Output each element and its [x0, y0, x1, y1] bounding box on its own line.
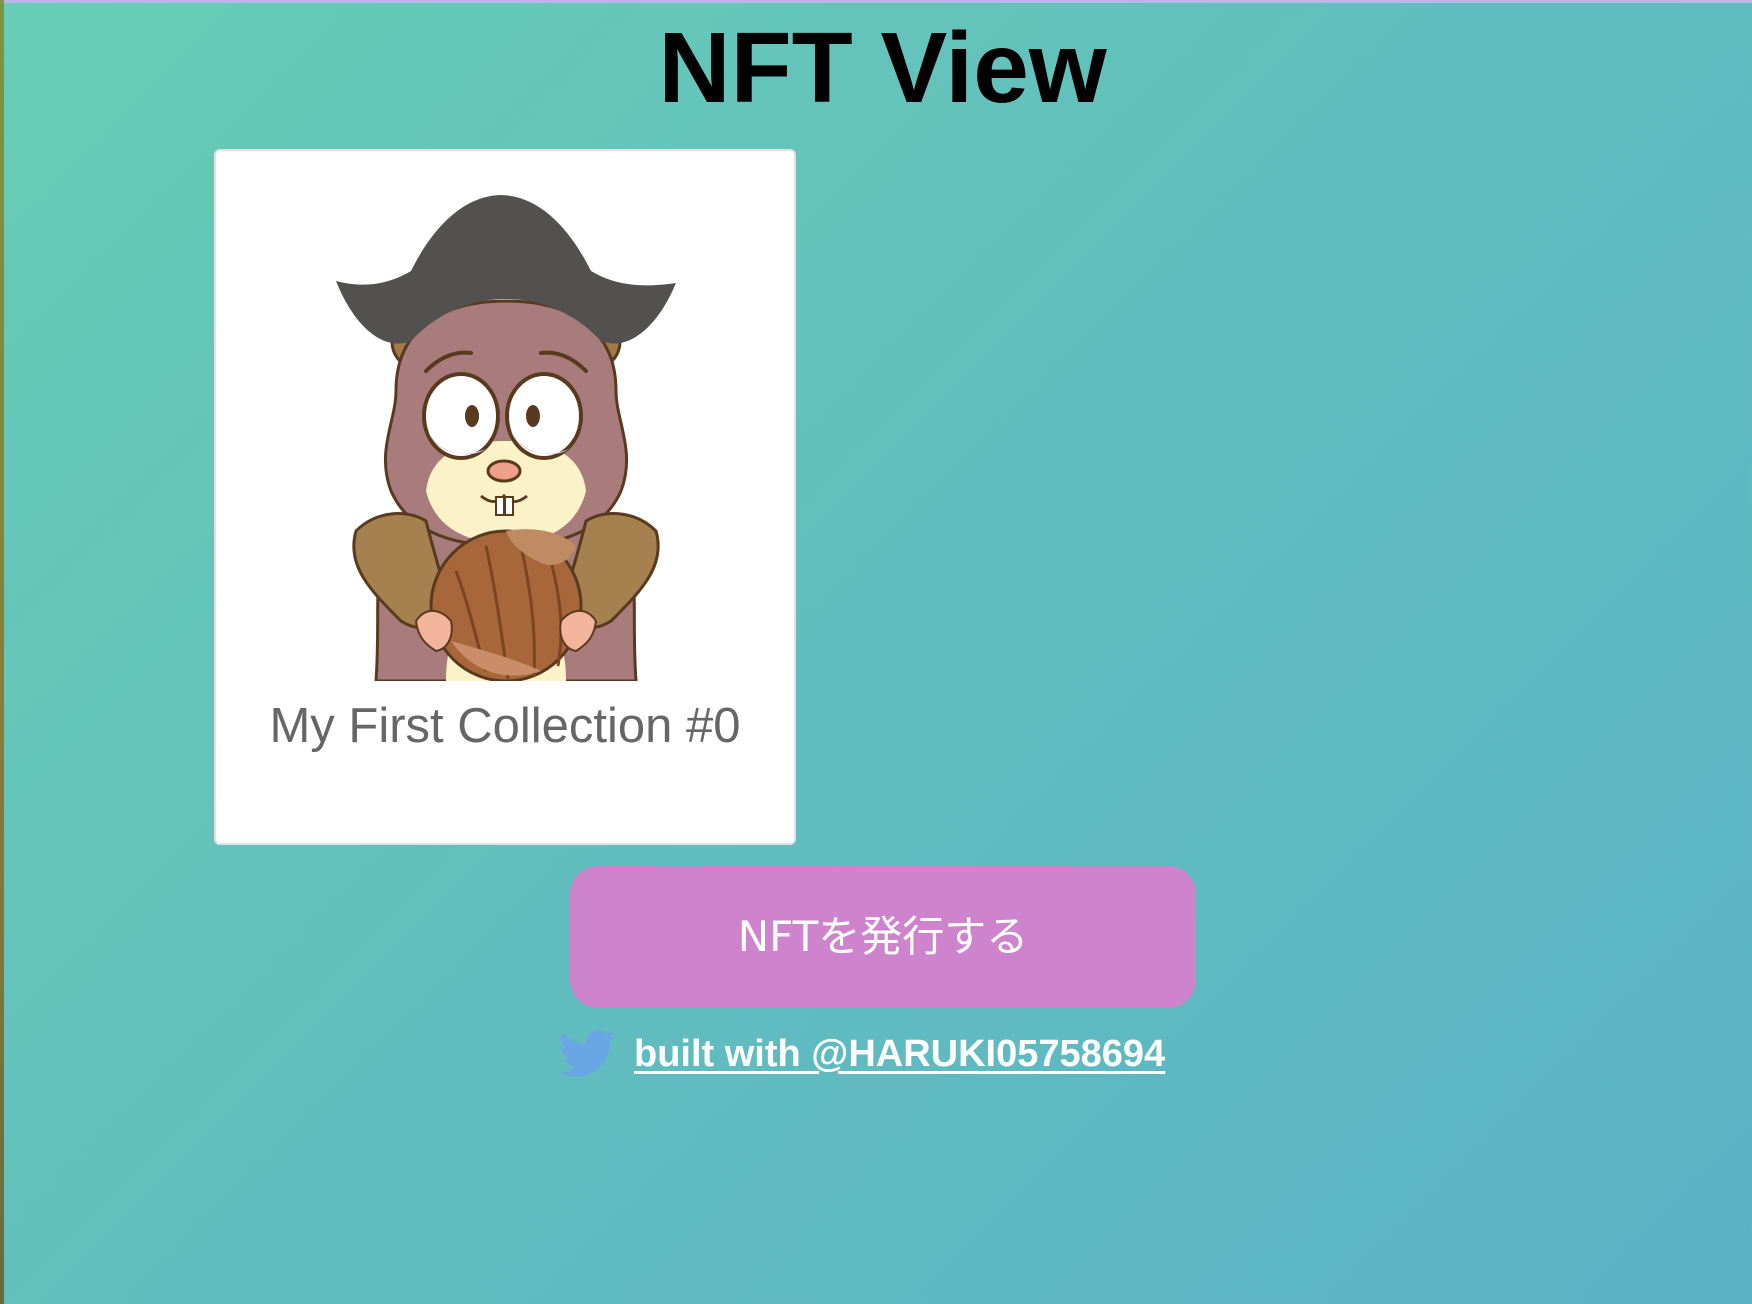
window-left-border: [0, 0, 4, 1304]
mint-nft-button[interactable]: NFTを発行する: [570, 866, 1196, 1008]
twitter-profile-link[interactable]: built with @HARUKI05758694: [634, 1033, 1165, 1076]
nft-card: My First Collection #0: [214, 149, 796, 845]
twitter-bird-icon: [558, 1029, 616, 1077]
window-top-border: [0, 0, 1752, 3]
hamster-with-hazelnut-illustration: [336, 195, 676, 681]
footer: built with @HARUKI05758694: [558, 1024, 1165, 1084]
nft-name: My First Collection #0: [269, 699, 741, 753]
page-title: NFT View: [658, 12, 1107, 124]
